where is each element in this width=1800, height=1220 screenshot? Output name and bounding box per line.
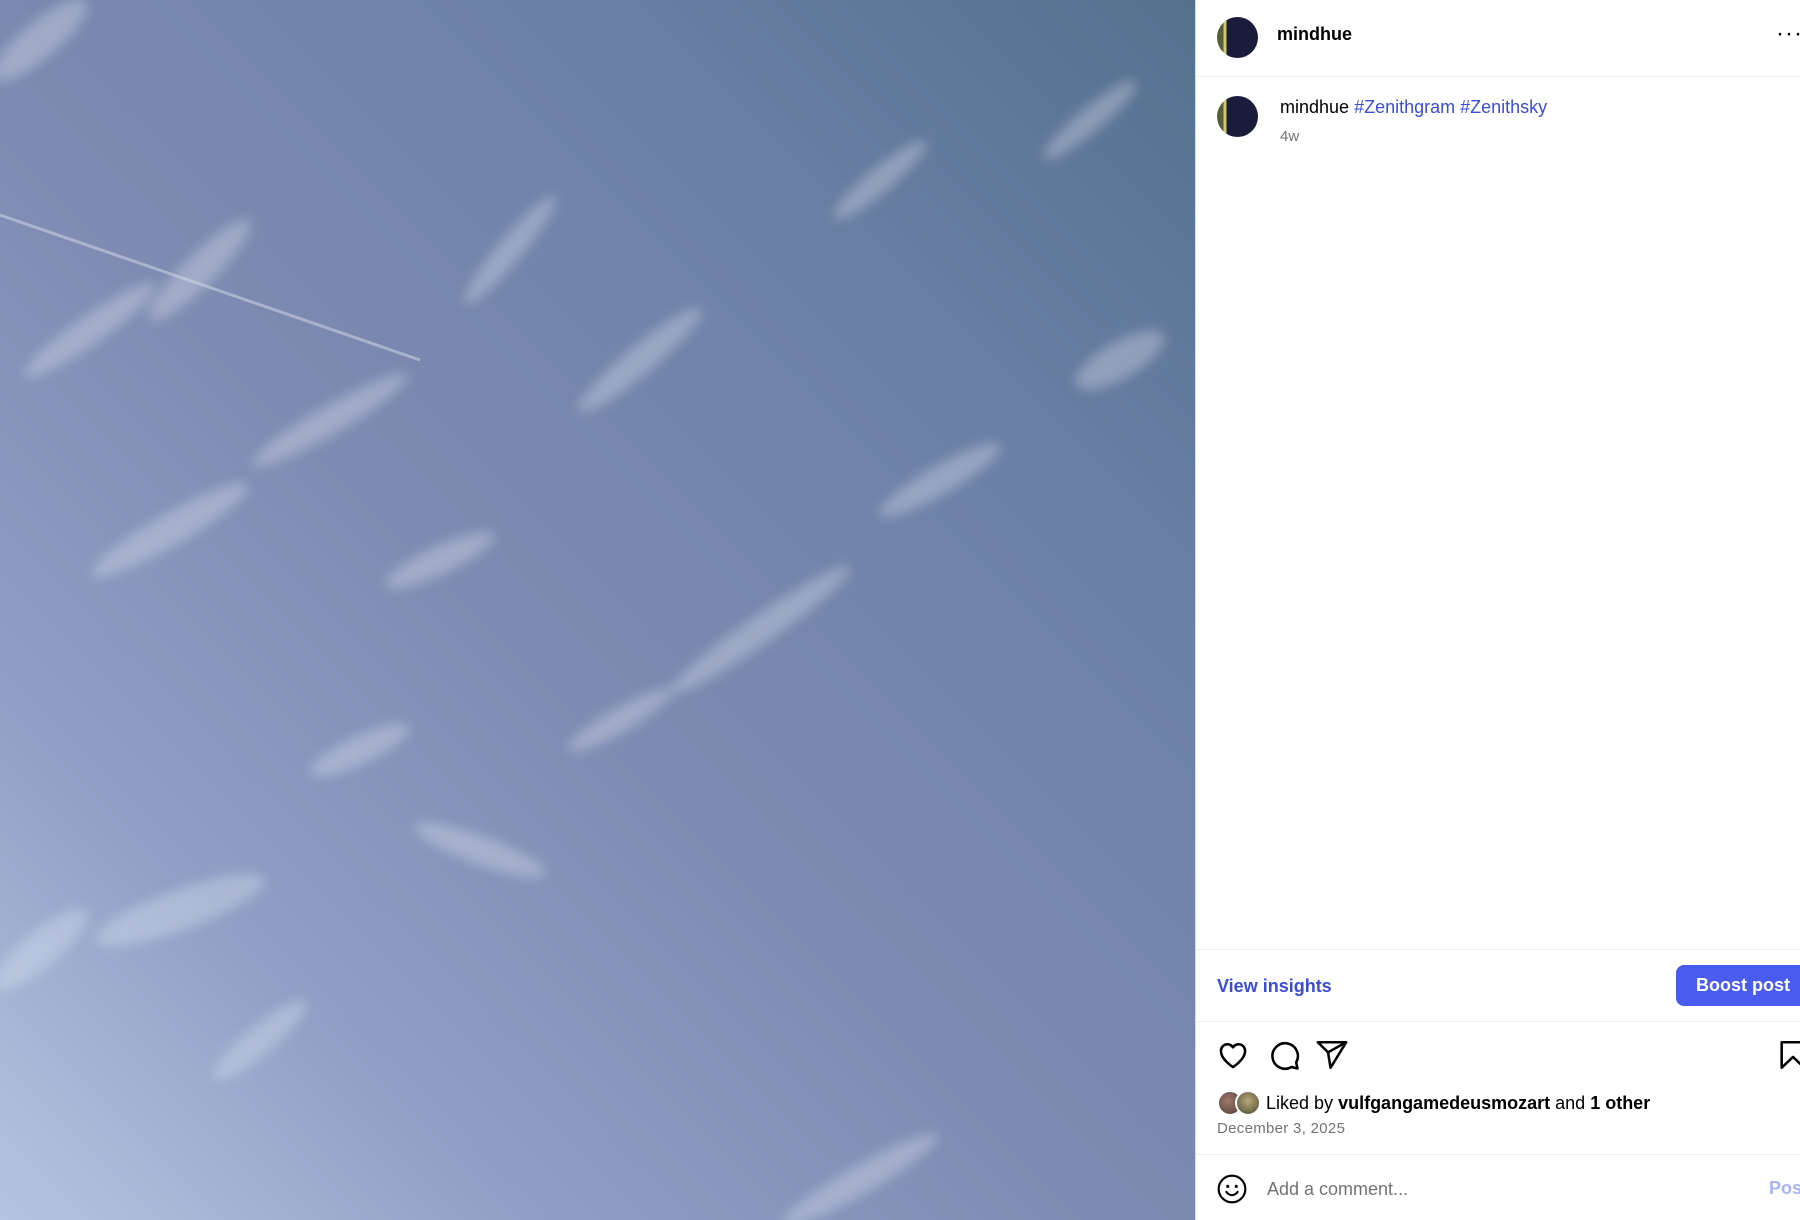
comment-input[interactable] — [1267, 1176, 1717, 1202]
comment-divider — [1196, 1154, 1800, 1155]
caption-timestamp[interactable]: 4w — [1280, 128, 1299, 145]
likes-prefix: Liked by — [1266, 1093, 1334, 1113]
caption-username[interactable]: mindhue — [1280, 97, 1349, 117]
hashtag-link[interactable]: #Zenithsky — [1460, 97, 1547, 117]
emoji-icon[interactable] — [1216, 1173, 1248, 1205]
author-avatar[interactable] — [1217, 17, 1258, 58]
author-username[interactable]: mindhue — [1277, 24, 1352, 45]
share-icon[interactable] — [1315, 1038, 1349, 1072]
hashtag-link[interactable]: #Zenithgram — [1354, 97, 1455, 117]
comment-bubble-icon[interactable] — [1267, 1038, 1301, 1072]
likes-others-link[interactable]: 1 other — [1590, 1093, 1650, 1113]
insights-divider — [1196, 949, 1800, 950]
post-side-panel: mindhue ··· mindhue #Zenithgram #Zeniths… — [1195, 0, 1800, 1220]
more-options-icon[interactable]: ··· — [1776, 22, 1800, 46]
liker-avatar — [1235, 1090, 1261, 1116]
liker-username[interactable]: vulfgangamedeusmozart — [1338, 1093, 1550, 1113]
view-insights-link[interactable]: View insights — [1217, 976, 1332, 997]
sky-clouds-image — [0, 0, 1165, 1220]
bookmark-icon[interactable] — [1776, 1038, 1800, 1072]
post-date: December 3, 2025 — [1217, 1120, 1346, 1137]
header-divider — [1196, 76, 1800, 77]
likes-conjunction: and — [1555, 1093, 1586, 1113]
actions-divider — [1196, 1021, 1800, 1022]
post-photo[interactable] — [0, 0, 1195, 1220]
heart-icon[interactable] — [1216, 1038, 1250, 1072]
post-caption: mindhue #Zenithgram #Zenithsky — [1280, 97, 1547, 118]
post-comment-button[interactable]: Post — [1769, 1178, 1800, 1199]
liker-avatars[interactable] — [1217, 1090, 1267, 1116]
likes-summary: Liked by vulfgangamedeusmozart and 1 oth… — [1266, 1093, 1650, 1114]
boost-post-button[interactable]: Boost post — [1676, 965, 1800, 1006]
caption-avatar[interactable] — [1217, 96, 1258, 137]
